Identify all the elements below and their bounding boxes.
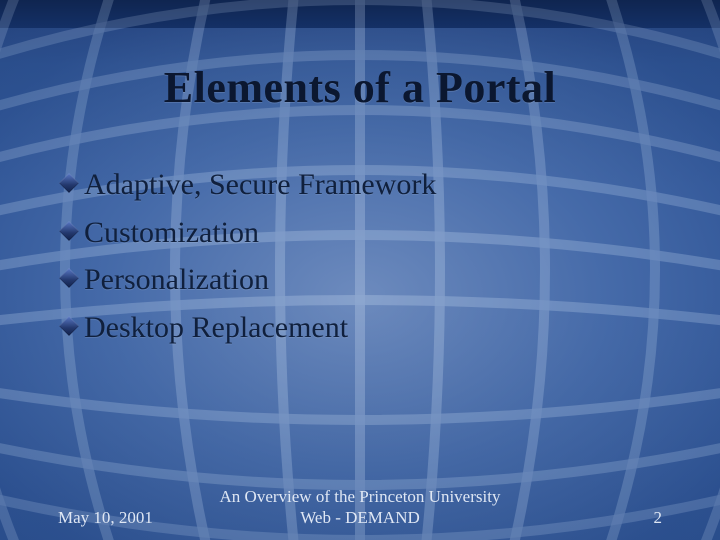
list-item: Desktop Replacement bbox=[62, 309, 660, 347]
bullet-text: Adaptive, Secure Framework bbox=[84, 166, 436, 204]
bullet-text: Desktop Replacement bbox=[84, 309, 348, 347]
slide-footer: May 10, 2001 An Overview of the Princeto… bbox=[58, 487, 662, 528]
top-band bbox=[0, 0, 720, 28]
bullet-text: Personalization bbox=[84, 261, 269, 299]
diamond-bullet-icon bbox=[59, 268, 79, 288]
list-item: Customization bbox=[62, 214, 660, 252]
list-item: Adaptive, Secure Framework bbox=[62, 166, 660, 204]
diamond-bullet-icon bbox=[59, 316, 79, 336]
bullet-text: Customization bbox=[84, 214, 259, 252]
diamond-bullet-icon bbox=[59, 221, 79, 241]
list-item: Personalization bbox=[62, 261, 660, 299]
footer-page-number: 2 bbox=[511, 508, 662, 528]
diamond-bullet-icon bbox=[59, 173, 79, 193]
bullet-list: Adaptive, Secure Framework Customization… bbox=[62, 160, 660, 356]
footer-title: An Overview of the Princeton University … bbox=[209, 487, 511, 528]
slide: Elements of a Portal Adaptive, Secure Fr… bbox=[0, 0, 720, 540]
slide-title: Elements of a Portal bbox=[0, 62, 720, 113]
footer-date: May 10, 2001 bbox=[58, 508, 209, 528]
